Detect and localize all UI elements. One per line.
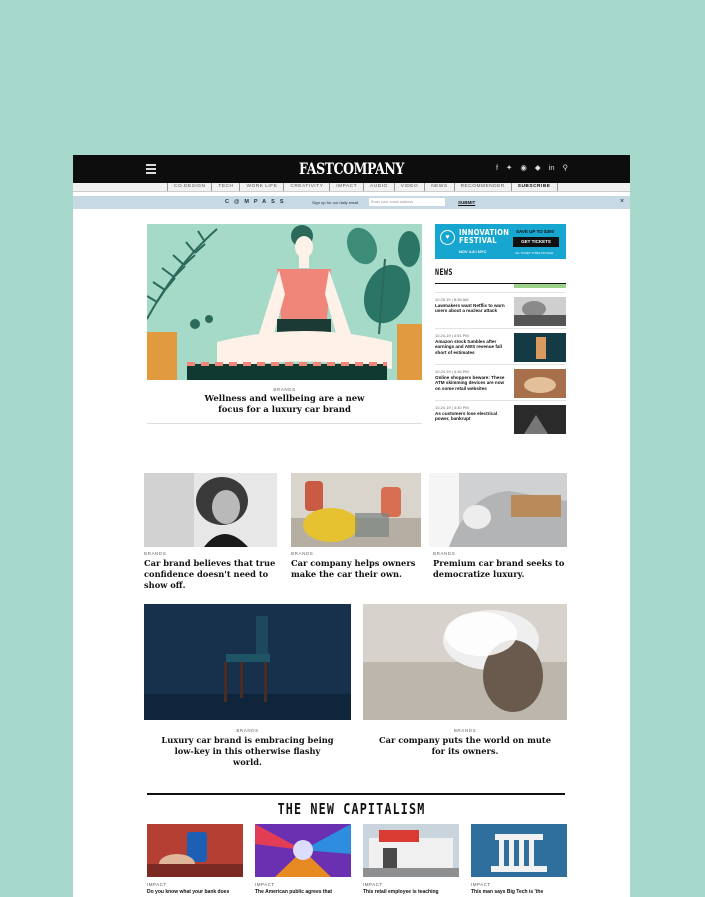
card-kicker: BRANDS	[291, 551, 314, 556]
section-nav: CO.DESIGN TECH WORK LIFE CREATIVITY IMPA…	[73, 183, 630, 192]
pocket-icon[interactable]: ◆	[535, 163, 541, 173]
hero-headline[interactable]: Wellness and wellbeing are a new focus f…	[203, 394, 366, 416]
section-card-headline[interactable]: Do you know what your bank does	[147, 889, 247, 895]
card-kicker: BRANDS	[453, 728, 477, 733]
nav-item-work-life[interactable]: WORK LIFE	[239, 183, 283, 191]
nav-item-tech[interactable]: TECH	[211, 183, 239, 191]
nav-item-subscribe[interactable]: SUBSCRIBE	[510, 183, 558, 191]
card-kicker: BRANDS	[433, 551, 456, 556]
news-time: 10.24.19 | 4:51 PM	[435, 333, 469, 338]
linkedin-icon[interactable]: in	[549, 163, 555, 173]
news-heading: NEWS	[435, 268, 453, 278]
innovation-festival-ad[interactable]: ♥ INNOVATION FESTIVAL NOV 4-8 / NYC SAVE …	[435, 224, 566, 259]
news-thumbnail[interactable]	[514, 297, 566, 326]
news-item[interactable]: 10.25.19 | 8:38 AM Lawmakers want Netfli…	[435, 292, 566, 326]
news-thumbnail[interactable]	[514, 405, 566, 434]
instagram-icon[interactable]: ◉	[520, 163, 527, 173]
card-kicker: BRANDS	[144, 551, 167, 556]
news-time: 10.24.19 | 3:30 PM	[435, 405, 469, 410]
news-thumb-strip	[514, 284, 566, 288]
section-card-kicker: IMPACT	[147, 882, 167, 887]
card-kicker: BRANDS	[236, 728, 259, 733]
section-card-headline[interactable]: This man says Big Tech is 'the	[471, 889, 571, 895]
news-item[interactable]: 10.24.19 | 4:16 PM Online shoppers bewar…	[435, 364, 566, 398]
section-card-headline[interactable]: The American public agrees that	[255, 889, 355, 895]
card-image[interactable]	[144, 604, 351, 720]
submit-button[interactable]: SUBMIT	[458, 200, 475, 205]
compass-logo: C@MPASS	[225, 199, 289, 205]
section-card-image[interactable]	[255, 824, 351, 877]
section-card-kicker: IMPACT	[363, 882, 383, 887]
section-card-image[interactable]	[471, 824, 567, 877]
nav-item-impact[interactable]: IMPACT	[329, 183, 363, 191]
newsletter-bar: C@MPASS Sign up for our daily email Ente…	[73, 196, 630, 209]
facebook-icon[interactable]: f	[496, 163, 498, 173]
search-icon[interactable]: ⚲	[563, 163, 569, 173]
news-headline[interactable]: Lawmakers want Netflix to warn users abo…	[435, 303, 510, 314]
news-thumbnail[interactable]	[514, 369, 566, 398]
hero-kicker: BRANDS	[273, 387, 296, 392]
news-headline[interactable]: Online shoppers beware: These ATM skimmi…	[435, 375, 510, 391]
divider	[147, 423, 422, 424]
nav-item-creativity[interactable]: CREATIVITY	[283, 183, 329, 191]
card-headline[interactable]: Luxury car brand is embracing being low-…	[159, 735, 336, 768]
card-headline[interactable]: Premium car brand seeks to democratize l…	[433, 558, 567, 580]
news-headline[interactable]: Amazon stock tumbles after earnings and …	[435, 339, 510, 355]
card-headline[interactable]: Car company puts the world on mute for i…	[378, 735, 552, 757]
section-heading: THE NEW CAPITALISM	[277, 800, 426, 818]
nav-item-news[interactable]: NEWS	[424, 183, 453, 191]
nav-item-codesign[interactable]: CO.DESIGN	[167, 183, 211, 191]
festival-logo-icon: ♥	[440, 230, 455, 245]
card-image[interactable]	[291, 473, 421, 547]
news-headline[interactable]: As customers lose electrical power, bank…	[435, 411, 510, 422]
close-icon[interactable]: ×	[620, 198, 624, 205]
signup-label: Sign up for our daily email	[312, 200, 359, 205]
news-item[interactable]: 10.24.19 | 3:30 PM As customers lose ele…	[435, 400, 566, 434]
webpage: FASTCOMPANY f ✦ ◉ ◆ in ⚲ CO.DESIGN TECH …	[73, 155, 630, 897]
section-divider	[147, 793, 565, 795]
social-links: f ✦ ◉ ◆ in ⚲	[496, 163, 568, 173]
top-bar: FASTCOMPANY f ✦ ◉ ◆ in ⚲	[73, 155, 630, 183]
card-headline[interactable]: Car brand believes that true confidence …	[144, 558, 277, 591]
ad-dates: NOV 4-8 / NYC	[459, 249, 487, 254]
section-card-kicker: IMPACT	[471, 882, 491, 887]
nav-item-video[interactable]: VIDEO	[393, 183, 424, 191]
card-headline[interactable]: Car company helps owners make the car th…	[291, 558, 421, 580]
section-card-kicker: IMPACT	[255, 882, 275, 887]
news-item[interactable]: 10.24.19 | 4:51 PM Amazon stock tumbles …	[435, 328, 566, 362]
hero-illustration[interactable]	[147, 224, 422, 380]
card-image[interactable]	[363, 604, 567, 720]
card-image[interactable]	[144, 473, 277, 547]
section-card-image[interactable]	[147, 824, 243, 877]
ad-title: INNOVATION FESTIVAL	[459, 228, 510, 245]
nav-item-recommender[interactable]: RECOMMENDER	[453, 183, 511, 191]
news-time: 10.25.19 | 8:38 AM	[435, 297, 469, 302]
twitter-icon[interactable]: ✦	[506, 163, 512, 173]
email-input[interactable]: Enter your email address	[369, 198, 445, 206]
section-card-headline[interactable]: This retail employee is teaching	[363, 889, 463, 895]
nav-item-audio[interactable]: AUDIO	[363, 183, 394, 191]
ad-note: ALL TICKET TYPES ON SALE	[515, 251, 554, 255]
ad-offer: SAVE UP TO $300	[516, 229, 555, 234]
news-thumbnail[interactable]	[514, 333, 566, 362]
get-tickets-button[interactable]: GET TICKETS	[513, 237, 559, 247]
card-image[interactable]	[429, 473, 567, 547]
section-card-image[interactable]	[363, 824, 459, 877]
news-time: 10.24.19 | 4:16 PM	[435, 369, 469, 374]
